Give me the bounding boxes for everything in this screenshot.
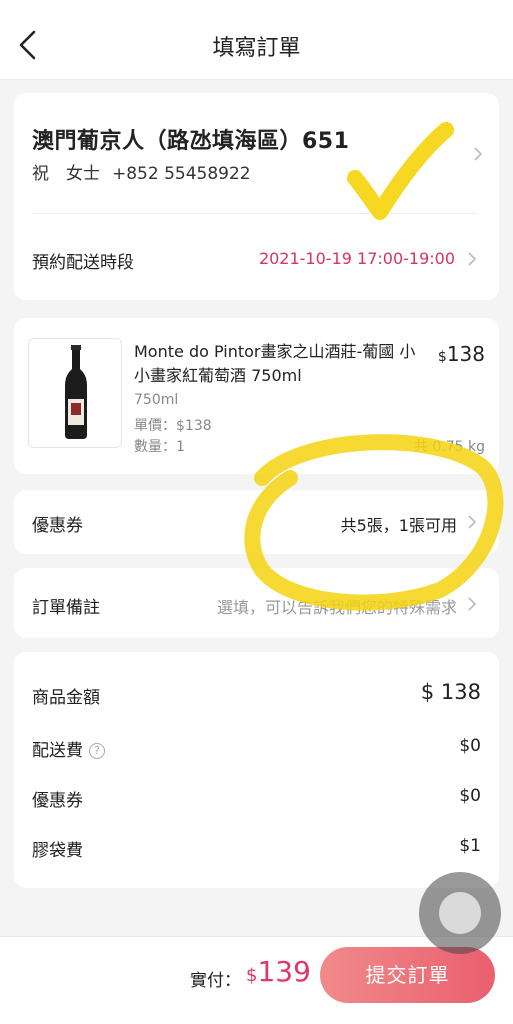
top-bar: 填寫訂單 <box>0 0 513 80</box>
pay-amount: $139 <box>246 955 311 988</box>
address-contact: 祝 女士 +852 55458922 <box>32 159 263 184</box>
product-price-value: 138 <box>446 342 485 366</box>
chevron-right-icon <box>468 515 477 529</box>
checkout-bar: 實付： $139 提交訂單 <box>0 936 513 1024</box>
delivery-schedule-value[interactable]: 2021-10-19 17:00-19:00 <box>259 249 455 268</box>
coupon-row[interactable]: 優惠券 共5張，1張可用 <box>14 490 499 554</box>
delivery-fee-value: $0 <box>459 736 481 756</box>
recipient-phone: +852 55458922 <box>112 164 251 184</box>
page-title: 填寫訂單 <box>212 36 301 61</box>
assistive-touch-button[interactable] <box>419 872 501 954</box>
bag-fee-label: 膠袋費 <box>32 841 83 861</box>
product-price: $138 <box>438 342 485 366</box>
product-name: Monte do Pintor畫家之山酒莊-葡國 小小畫家紅葡萄酒 750ml <box>134 342 416 385</box>
chevron-right-icon[interactable] <box>467 251 477 267</box>
delivery-fee-label-text: 配送費 <box>32 741 83 761</box>
address-name: 澳門葡京人（路氹填海區）651 <box>32 129 350 154</box>
product-quantity: 數量：1 <box>134 439 185 455</box>
recipient-name: 祝 女士 <box>32 164 100 184</box>
goods-amount-value: $ 138 <box>420 680 481 704</box>
product-image <box>28 338 122 448</box>
delivery-fee-row: 配送費? $0 <box>32 736 481 766</box>
pay-label: 實付： <box>190 971 241 991</box>
price-summary-card: 商品金額 $ 138 配送費? $0 優惠券 $0 膠袋費 $1 <box>14 652 499 888</box>
bag-fee-value: $1 <box>459 836 481 856</box>
chevron-right-icon <box>474 147 483 161</box>
product-spec: 750ml <box>134 392 179 408</box>
coupon-value: 共5張，1張可用 <box>340 516 457 535</box>
goods-amount-label: 商品金額 <box>32 688 100 708</box>
address-card[interactable]: 澳門葡京人（路氹填海區）651 祝 女士 +852 55458922 預約配送時段… <box>14 93 499 300</box>
goods-amount-row: 商品金額 $ 138 <box>32 680 481 713</box>
coupon-discount-label: 優惠券 <box>32 791 83 811</box>
delivery-schedule-label: 預約配送時段 <box>32 253 134 273</box>
bag-fee-row: 膠袋費 $1 <box>32 836 481 866</box>
chevron-right-icon <box>468 597 477 611</box>
submit-order-button[interactable]: 提交訂單 <box>320 947 495 1003</box>
product-unit-price: 單價：$138 <box>134 418 212 434</box>
order-note-input[interactable]: 選填，可以告訴我們您的特殊需求 <box>217 594 457 618</box>
product-weight: 共 0.75 kg <box>413 439 485 455</box>
coupon-label: 優惠券 <box>32 516 83 536</box>
pay-amount-value: 139 <box>257 955 311 988</box>
divider <box>32 213 477 214</box>
delivery-fee-label: 配送費? <box>32 736 105 761</box>
pay-currency-symbol: $ <box>246 965 258 986</box>
wine-bottle-icon <box>65 345 87 439</box>
order-note-row[interactable]: 訂單備註 選填，可以告訴我們您的特殊需求 <box>14 568 499 638</box>
help-icon[interactable]: ? <box>89 743 105 759</box>
product-card: Monte do Pintor畫家之山酒莊-葡國 小小畫家紅葡萄酒 750ml … <box>14 318 499 474</box>
coupon-discount-value: $0 <box>459 786 481 806</box>
order-note-label: 訂單備註 <box>32 598 100 618</box>
currency-symbol: $ <box>437 349 447 365</box>
coupon-discount-row: 優惠券 $0 <box>32 786 481 816</box>
